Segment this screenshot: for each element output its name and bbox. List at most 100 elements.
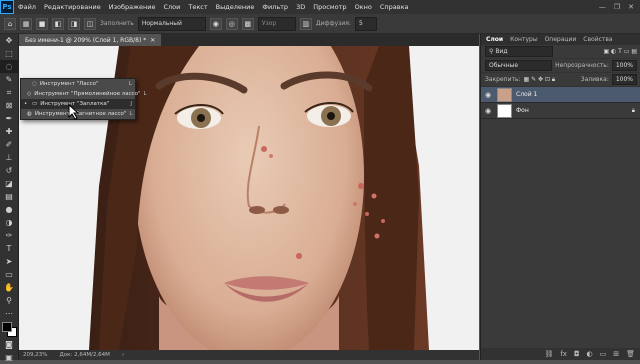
tab-actions[interactable]: Операции <box>545 36 577 43</box>
maximize-icon[interactable]: ❐ <box>614 3 620 11</box>
delete-layer-icon[interactable]: 🗑︎ <box>626 350 635 358</box>
color-swatches[interactable] <box>0 320 18 338</box>
document-info[interactable]: Док: 2,64M/2,64M <box>59 352 109 358</box>
eyedropper-tool-icon[interactable]: ✒ <box>0 112 18 125</box>
adjustment-layer-icon[interactable]: ◐ <box>587 350 593 358</box>
blend-row: Обычные Непрозрачность: 100% <box>481 59 640 73</box>
diffusion-input[interactable]: 5 <box>354 16 377 31</box>
lock-label: Закрепить: <box>485 76 521 83</box>
quick-select-tool-icon[interactable]: ✎ <box>0 73 18 86</box>
pattern-swatch-icon[interactable]: ▥ <box>299 17 312 30</box>
patch-label: Заполнить <box>100 20 134 27</box>
panel-tabs: Слои Контуры Операции Свойства <box>481 34 640 45</box>
dodge-tool-icon[interactable]: ◑ <box>0 216 18 229</box>
polygonal-lasso-item[interactable]: ◇ Инструмент "Прямолинейное лассо" L <box>21 89 147 99</box>
lasso-tool-item[interactable]: ◌ Инструмент "Лассо" L <box>21 79 135 89</box>
new-layer-icon[interactable]: ⊞ <box>613 350 619 358</box>
hand-tool-icon[interactable]: ✋ <box>0 281 18 294</box>
close-icon[interactable]: ✕ <box>628 3 634 11</box>
tab-properties[interactable]: Свойства <box>583 36 612 43</box>
menu-image[interactable]: Изображение <box>105 3 160 11</box>
magnetic-lasso-icon: ◍ <box>27 111 32 117</box>
shape-tool-icon[interactable]: ▭ <box>0 268 18 281</box>
layers-panel-footer: ⛓ fx ◘ ◐ ▭ ⊞ 🗑︎ <box>481 348 640 360</box>
mouse-cursor-icon <box>68 104 80 120</box>
diffusion-label: Диффузия: <box>315 20 351 27</box>
layer-filter-select[interactable]: ⚲ Вид <box>485 46 553 57</box>
new-selection-icon[interactable]: ■ <box>36 17 48 30</box>
document-tab[interactable]: Без имени-1 @ 209% (Слой 1, RGB/8) * ✕ <box>19 34 162 46</box>
fx-icon[interactable]: fx <box>560 350 567 358</box>
layer-name: Фон <box>516 107 529 114</box>
source-icon[interactable]: ◉ <box>209 17 222 30</box>
fill-input[interactable]: 100% <box>611 74 637 85</box>
menu-file[interactable]: Файл <box>14 3 40 11</box>
tool-preset-icon[interactable]: ▦ <box>20 17 32 30</box>
minimize-icon[interactable]: — <box>599 3 606 11</box>
zoom-tool-icon[interactable]: ⚲ <box>0 294 18 307</box>
menu-select[interactable]: Выделение <box>212 3 259 11</box>
pen-tool-icon[interactable]: ✑ <box>0 229 18 242</box>
intersect-selection-icon[interactable]: ◫ <box>84 17 96 30</box>
home-icon[interactable]: ⌂ <box>4 17 16 30</box>
zoom-level[interactable]: 209,23% <box>23 352 47 358</box>
menu-3d[interactable]: 3D <box>292 3 309 11</box>
screen-mode-icon[interactable]: ▣ <box>0 351 18 364</box>
window-controls: — ❐ ✕ <box>599 3 640 11</box>
filter-type-icons[interactable]: ▣ ◐ T ▭ ▤ <box>603 48 637 55</box>
crop-tool-icon[interactable]: ⌗ <box>0 86 18 99</box>
stamp-tool-icon[interactable]: ⊥ <box>0 151 18 164</box>
fill-value: 100% <box>615 76 633 83</box>
add-mask-icon[interactable]: ◘ <box>574 350 580 358</box>
patch-icon: ▭ <box>32 101 38 107</box>
menu-type[interactable]: Текст <box>184 3 211 11</box>
lock-icons[interactable]: ▦ ✎ ✥ ⊡ 🔒︎ <box>524 76 556 84</box>
blur-tool-icon[interactable]: ● <box>0 203 18 216</box>
history-brush-icon[interactable]: ↺ <box>0 164 18 177</box>
shortcut-key: L <box>129 111 133 117</box>
type-tool-icon[interactable]: T <box>0 242 18 255</box>
document-title: Без имени-1 @ 209% (Слой 1, RGB/8) * <box>25 36 147 44</box>
status-bar: 209,23% Док: 2,64M/2,64M › <box>19 350 479 360</box>
frame-tool-icon[interactable]: ⊠ <box>0 99 18 112</box>
patch-mode-select[interactable]: Нормальный <box>137 16 206 31</box>
diffusion-value: 5 <box>358 20 363 27</box>
layer-row[interactable]: ◉ Слой 1 <box>481 87 640 103</box>
menu-view[interactable]: Просмотр <box>309 3 350 11</box>
magnetic-lasso-label: Инструмент "Магнитное лассо" <box>34 111 127 117</box>
tab-paths[interactable]: Контуры <box>510 36 537 43</box>
menu-filter[interactable]: Фильтр <box>258 3 292 11</box>
lasso-tool-icon[interactable]: ◌ <box>0 60 18 73</box>
opacity-value: 100% <box>615 62 633 69</box>
opacity-input[interactable]: 100% <box>611 60 637 71</box>
status-arrow-icon[interactable]: › <box>122 352 124 358</box>
gradient-tool-icon[interactable]: ▤ <box>0 190 18 203</box>
quick-mask-icon[interactable]: ◙ <box>0 338 18 351</box>
destination-icon[interactable]: ◎ <box>225 17 238 30</box>
options-bar: ⌂ ▦ ■ ◧ ◨ ◫ Заполнить Нормальный ◉ ◎ ▩ У… <box>0 14 640 34</box>
menu-edit[interactable]: Редактирование <box>40 3 105 11</box>
blend-mode-select[interactable]: Обычные <box>485 60 553 71</box>
new-group-icon[interactable]: ▭ <box>600 350 607 358</box>
layer-row[interactable]: ◉ Фон 🔒︎ <box>481 103 640 119</box>
close-tab-icon[interactable]: ✕ <box>150 37 155 44</box>
menu-window[interactable]: Окно <box>351 3 376 11</box>
menu-layers[interactable]: Слои <box>159 3 184 11</box>
add-selection-icon[interactable]: ◧ <box>52 17 64 30</box>
link-layers-icon[interactable]: ⛓ <box>544 350 553 358</box>
document-tabbar: Без имени-1 @ 209% (Слой 1, RGB/8) * ✕ <box>19 34 479 46</box>
visibility-eye-icon[interactable]: ◉ <box>485 107 493 115</box>
subtract-selection-icon[interactable]: ◨ <box>68 17 80 30</box>
more-tools-icon[interactable]: ⋯ <box>0 307 18 320</box>
menu-help[interactable]: Справка <box>376 3 413 11</box>
move-tool-icon[interactable]: ✥ <box>0 34 18 47</box>
brush-tool-icon[interactable]: ✐ <box>0 138 18 151</box>
transparent-icon[interactable]: ▩ <box>241 17 254 30</box>
eraser-tool-icon[interactable]: ◪ <box>0 177 18 190</box>
use-pattern-button[interactable]: Узор <box>257 16 296 31</box>
visibility-eye-icon[interactable]: ◉ <box>485 91 493 99</box>
healing-brush-icon[interactable]: ✚ <box>0 125 18 138</box>
path-select-icon[interactable]: ➤ <box>0 255 18 268</box>
marquee-tool-icon[interactable]: ⬚ <box>0 47 18 60</box>
tab-layers[interactable]: Слои <box>486 36 503 43</box>
